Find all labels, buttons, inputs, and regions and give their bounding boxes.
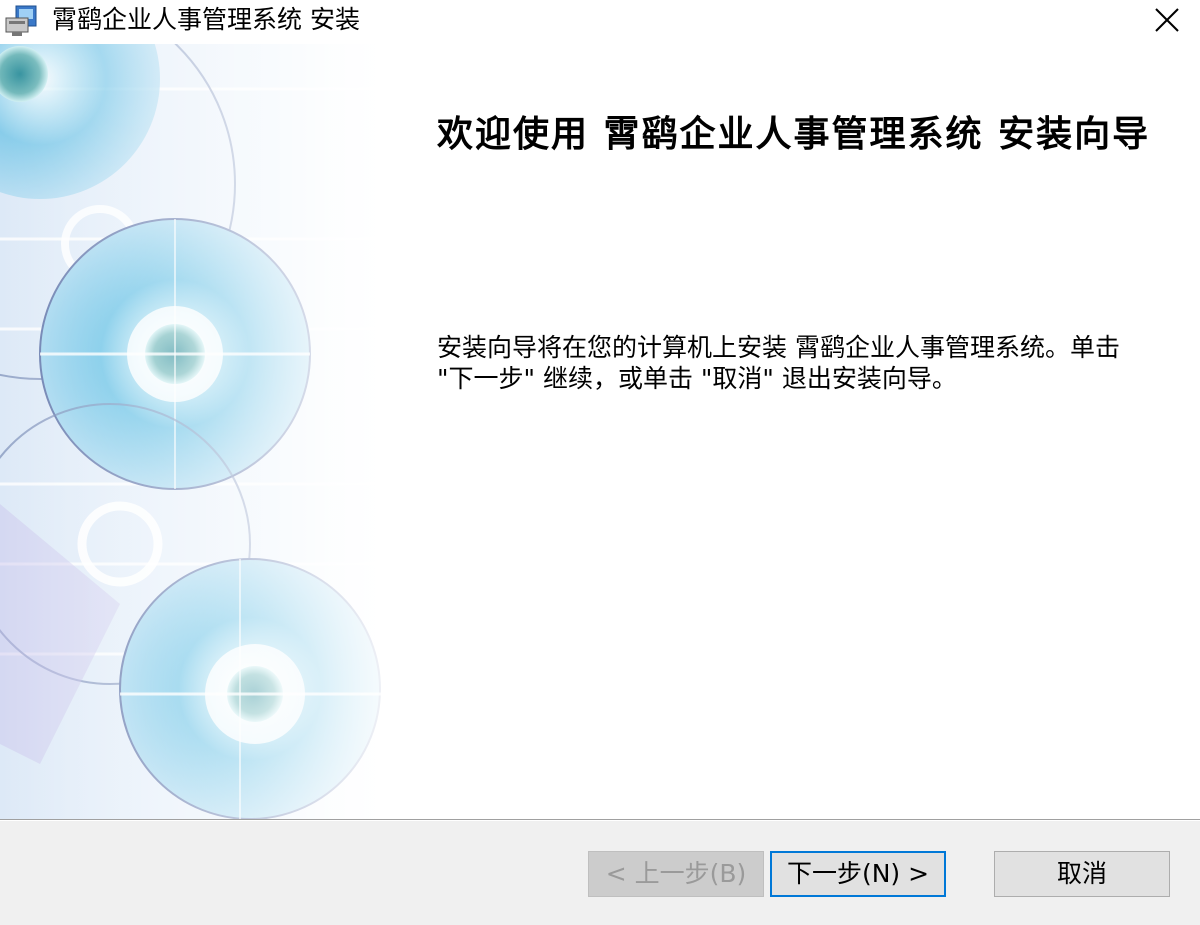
back-button[interactable]: < 上一步(B) xyxy=(588,851,764,897)
window-title: 霄鹞企业人事管理系统 安装 xyxy=(52,5,360,34)
next-button[interactable]: 下一步(N) > xyxy=(770,851,946,897)
installer-window: 霄鹞企业人事管理系统 安装 欢迎使用 霄鹞企业人事管理系统 安装向导 安装向导将… xyxy=(0,0,1200,925)
side-banner-image xyxy=(0,44,388,819)
close-icon xyxy=(1154,7,1180,37)
title-bar: 霄鹞企业人事管理系统 安装 xyxy=(0,0,1200,44)
welcome-heading: 欢迎使用 霄鹞企业人事管理系统 安装向导 xyxy=(437,114,1151,155)
installer-app-icon xyxy=(4,4,42,38)
welcome-description: 安装向导将在您的计算机上安装 霄鹞企业人事管理系统。单击 "下一步" 继续，或单… xyxy=(437,333,1120,393)
cancel-button[interactable]: 取消 xyxy=(994,851,1170,897)
close-button[interactable] xyxy=(1134,0,1200,44)
